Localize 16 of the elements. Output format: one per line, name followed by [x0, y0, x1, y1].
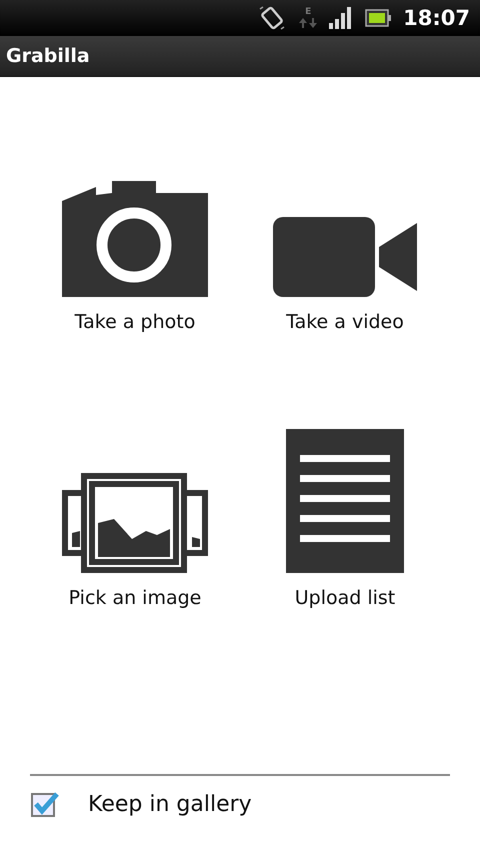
video-camera-icon [273, 217, 417, 297]
data-arrows-icon [299, 16, 318, 28]
action-button[interactable]: Take a video [240, 147, 450, 333]
action-button[interactable]: Pick an image [30, 423, 240, 609]
checkbox[interactable] [30, 790, 60, 818]
battery-icon [365, 9, 392, 27]
app-title: Grabilla [6, 45, 90, 67]
signal-icon [329, 7, 354, 29]
gallery-icon [62, 473, 208, 573]
action-button[interactable]: Take a photo [30, 147, 240, 333]
camera-icon [62, 181, 208, 297]
network-type: E [305, 8, 312, 16]
document-icon [286, 429, 404, 573]
clock: 18:07 [403, 6, 470, 30]
keep-in-gallery-checkbox[interactable]: Keep in gallery [30, 790, 450, 818]
action-button[interactable]: Upload list [240, 423, 450, 609]
